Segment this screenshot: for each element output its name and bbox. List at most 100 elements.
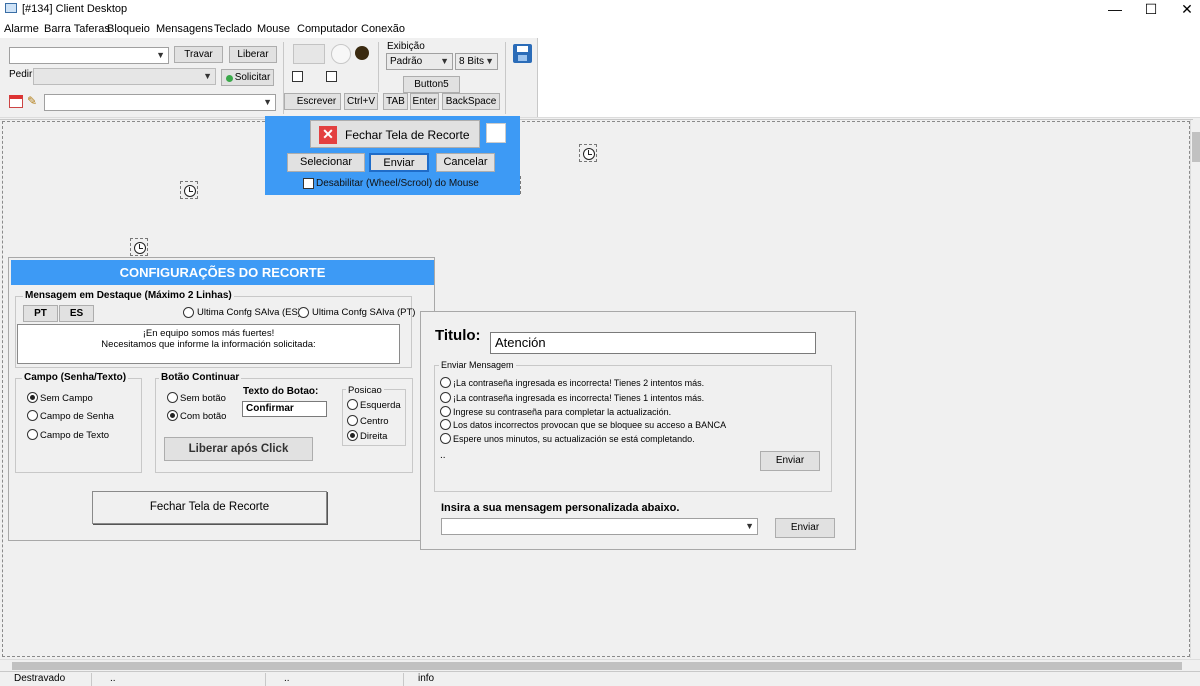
- travar-button[interactable]: Travar: [174, 46, 223, 63]
- button-text-label: Texto do Botao:: [243, 386, 319, 397]
- chevron-down-icon: ▼: [263, 97, 272, 107]
- app-icon: [5, 3, 17, 13]
- send-message-title: Enviar Mensagem: [439, 360, 516, 370]
- disable-mouse-label: Desabilitar (Wheel/Scrool) do Mouse: [316, 178, 479, 189]
- centro-radio[interactable]: [347, 415, 358, 426]
- horizontal-scrollbar[interactable]: [0, 659, 1200, 671]
- bomb-icon[interactable]: [355, 46, 369, 60]
- send-preset-button[interactable]: Enviar: [760, 451, 820, 471]
- position-group-title: Posicao: [346, 385, 384, 396]
- chevron-down-icon: ▼: [440, 56, 449, 66]
- escrever-button[interactable]: Escrever: [284, 93, 341, 110]
- release-after-click-button[interactable]: Liberar após Click: [164, 437, 313, 461]
- pt-button[interactable]: PT: [23, 305, 58, 322]
- button5[interactable]: Button5: [403, 76, 460, 93]
- cancelar-button[interactable]: Cancelar: [436, 153, 495, 172]
- tab-button[interactable]: TAB: [383, 93, 408, 110]
- vertical-scrollbar[interactable]: [1190, 120, 1200, 658]
- button-text-input[interactable]: Confirmar: [242, 401, 327, 417]
- chevron-down-icon: ▼: [745, 521, 754, 531]
- enviar-button[interactable]: Enviar: [369, 153, 429, 172]
- custom-message-select[interactable]: ▼: [441, 518, 758, 535]
- window-title: [#134] Client Desktop: [22, 3, 128, 15]
- esquerda-label: Esquerda: [360, 400, 401, 411]
- message-option-radio[interactable]: [440, 419, 451, 430]
- status-cell-3: ..: [280, 673, 404, 686]
- backspace-button[interactable]: BackSpace: [442, 93, 500, 110]
- enter-button[interactable]: Enter: [410, 93, 439, 110]
- message-option-label: ¡La contraseña ingresada es incorrecta! …: [453, 378, 705, 388]
- last-pt-radio[interactable]: [298, 307, 309, 318]
- menu-computador[interactable]: Computador: [297, 23, 358, 35]
- capture-settings-panel: CONFIGURAÇÕES DO RECORTE Mensagem em Des…: [8, 257, 435, 541]
- direita-label: Direita: [360, 431, 388, 442]
- sem-botao-radio[interactable]: [167, 392, 178, 403]
- send-custom-button[interactable]: Enviar: [775, 518, 835, 538]
- selecionar-button[interactable]: Selecionar: [287, 153, 365, 172]
- menu-bar: Alarme Barra Taferas Bloqueio Mensagens …: [0, 20, 1200, 38]
- menu-mouse[interactable]: Mouse: [257, 23, 290, 35]
- com-botao-radio[interactable]: [167, 410, 178, 421]
- close-capture-button[interactable]: Fechar Tela de Recorte: [92, 491, 327, 524]
- target-select[interactable]: ▼: [9, 47, 169, 64]
- save-icon[interactable]: [513, 44, 532, 63]
- status-bar: Destravado .. .. info: [0, 671, 1200, 686]
- campo-senha-radio[interactable]: [27, 410, 38, 421]
- clock-icon[interactable]: [130, 238, 148, 256]
- menu-barra-taferas[interactable]: Barra Taferas: [44, 23, 110, 35]
- toolbar-checkbox-2[interactable]: [326, 71, 337, 82]
- campo-senha-label: Campo de Senha: [40, 411, 114, 422]
- menu-teclado[interactable]: Teclado: [214, 23, 252, 35]
- scroll-thumb[interactable]: [12, 662, 1182, 670]
- es-button[interactable]: ES: [59, 305, 94, 322]
- color-swatch-button[interactable]: [293, 44, 325, 64]
- toolbar-checkbox-1[interactable]: [292, 71, 303, 82]
- clock-icon[interactable]: [579, 144, 597, 162]
- menu-alarme[interactable]: Alarme: [4, 23, 39, 35]
- circle-tool-button[interactable]: [331, 44, 351, 64]
- message-option-radio[interactable]: [440, 392, 451, 403]
- highlight-message-textarea[interactable]: ¡En equipo somos más fuertes! Necesitamo…: [17, 324, 400, 364]
- centro-label: Centro: [360, 416, 389, 427]
- message-line-2: Necesitamos que informe la información s…: [101, 339, 316, 350]
- sem-botao-label: Sem botão: [180, 393, 226, 404]
- text-select[interactable]: ▼: [44, 94, 276, 111]
- toolbar-controls: ▼ Travar Liberar Pedir ▼ Solicitar ✎ ▼ E…: [0, 38, 538, 117]
- ctrlv-button[interactable]: Ctrl+V: [344, 93, 378, 110]
- direita-radio[interactable]: [347, 430, 358, 441]
- menu-bloqueio[interactable]: Bloqueio: [107, 23, 150, 35]
- clock-icon[interactable]: [180, 181, 198, 199]
- message-option-label: Ingrese su contraseña para completar la …: [453, 407, 672, 417]
- message-option-radio[interactable]: [440, 406, 451, 417]
- exibicao-select[interactable]: Padrão ▼: [386, 53, 453, 70]
- menu-conexao[interactable]: Conexão: [361, 23, 405, 35]
- close-capture-top-button[interactable]: ✕ Fechar Tela de Recorte: [310, 120, 480, 148]
- bits-select[interactable]: 8 Bits ▼: [455, 53, 498, 70]
- liberar-button[interactable]: Liberar: [229, 46, 277, 63]
- wand-icon[interactable]: ✎: [27, 94, 41, 108]
- pedir-select[interactable]: ▼: [33, 68, 216, 85]
- title-input[interactable]: Atención: [490, 332, 816, 354]
- exibicao-label: Exibição: [387, 41, 425, 52]
- close-window-button[interactable]: ✕: [1164, 0, 1200, 20]
- color-preview[interactable]: [486, 123, 506, 143]
- message-panel: Titulo: Atención Enviar Mensagem ¡La con…: [420, 311, 856, 550]
- status-info: info: [418, 673, 435, 684]
- continue-button-group-title: Botão Continuar: [159, 372, 242, 383]
- chevron-down-icon: ▼: [203, 71, 212, 81]
- esquerda-radio[interactable]: [347, 399, 358, 410]
- menu-mensagens[interactable]: Mensagens: [156, 23, 213, 35]
- scroll-thumb[interactable]: [1192, 132, 1200, 162]
- solicitar-button[interactable]: Solicitar: [221, 69, 274, 86]
- message-line-1: ¡En equipo somos más fuertes!: [142, 328, 275, 339]
- calendar-icon[interactable]: [9, 95, 23, 108]
- close-icon: ✕: [319, 126, 337, 144]
- message-option-radio[interactable]: [440, 377, 451, 388]
- com-botao-label: Com botão: [180, 411, 227, 422]
- last-es-radio[interactable]: [183, 307, 194, 318]
- message-option-label: Espere unos minutos, su actualización se…: [453, 434, 695, 444]
- disable-mouse-checkbox[interactable]: [303, 178, 314, 189]
- message-option-radio[interactable]: [440, 433, 451, 444]
- campo-texto-radio[interactable]: [27, 429, 38, 440]
- sem-campo-radio[interactable]: [27, 392, 38, 403]
